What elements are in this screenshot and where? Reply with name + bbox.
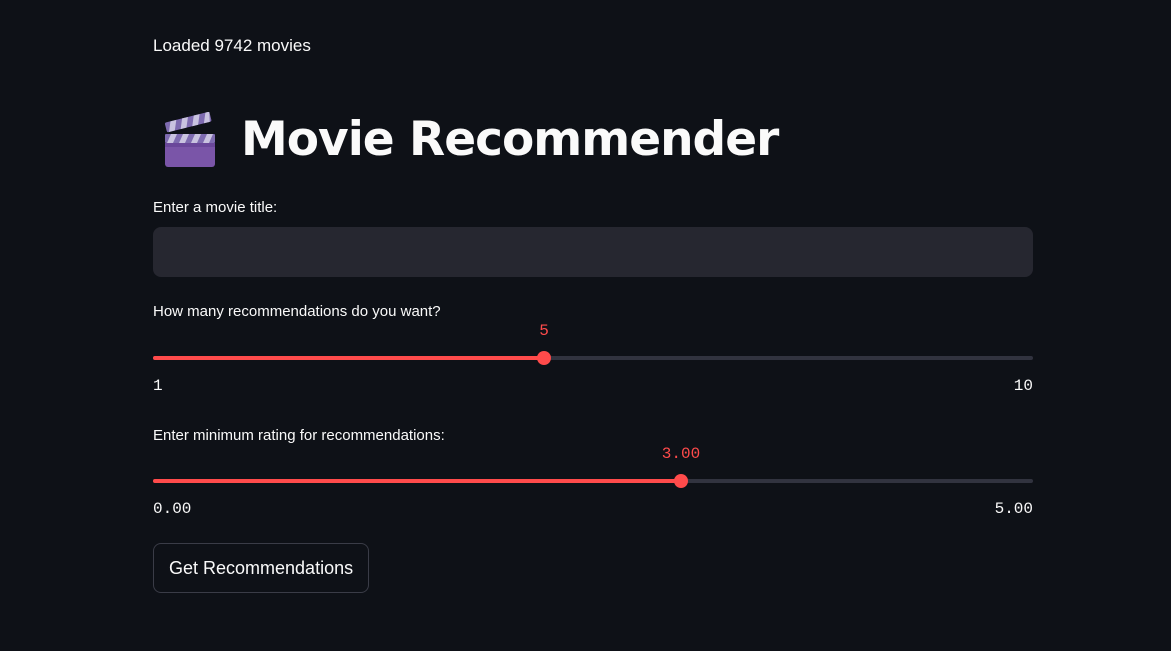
slider-min-label: 0.00: [153, 500, 192, 518]
status-text: Loaded 9742 movies: [153, 36, 311, 55]
num-recommendations-label: How many recommendations do you want?: [153, 303, 441, 320]
slider-fill: [153, 356, 545, 360]
min-rating-label: Enter minimum rating for recommendations…: [153, 427, 445, 444]
slider-current-value: 5: [539, 322, 549, 340]
num-recommendations-slider[interactable]: 5: [153, 322, 1033, 374]
min-rating-slider[interactable]: 3.00: [153, 445, 1033, 497]
slider-min-label: 1: [153, 377, 163, 395]
movie-title-label: Enter a movie title:: [153, 199, 278, 216]
slider-thumb[interactable]: [674, 474, 688, 488]
slider-fill: [153, 479, 681, 483]
get-recommendations-button[interactable]: Get Recommendations: [153, 543, 370, 593]
movie-title-input[interactable]: [153, 227, 1033, 277]
slider-max-label: 5.00: [994, 500, 1033, 518]
page-header: Movie Recommender: [163, 108, 779, 172]
clapper-board-icon: [164, 112, 215, 167]
slider-thumb[interactable]: [537, 351, 552, 365]
slider-current-value: 3.00: [661, 445, 701, 463]
page-title: Movie Recommender: [241, 112, 779, 167]
slider-max-label: 10: [1013, 377, 1033, 395]
